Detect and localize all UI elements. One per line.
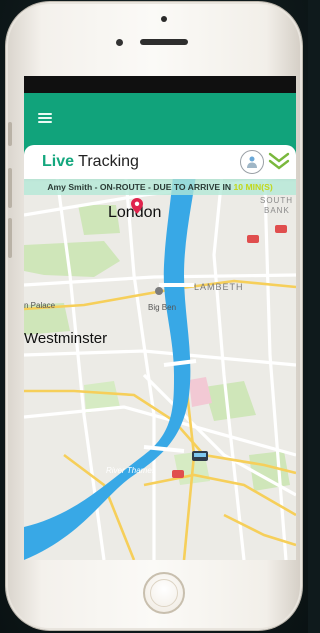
front-camera — [161, 16, 167, 22]
tracking-header: Live Tracking — [24, 145, 296, 179]
rider-glyph-icon — [247, 156, 257, 168]
earpiece-speaker — [140, 39, 188, 45]
map-label-south: SOUTH — [260, 196, 293, 205]
map-label-bank: BANK — [264, 206, 290, 215]
rider-icon[interactable] — [240, 150, 264, 174]
eta-text: Amy Smith - ON-ROUTE - DUE TO ARRIVE IN — [47, 182, 234, 192]
map-label-big-ben: Big Ben — [148, 303, 177, 312]
map-label-lambeth: LAMBETH — [194, 282, 244, 292]
eta-banner: Amy Smith - ON-ROUTE - DUE TO ARRIVE IN … — [24, 179, 296, 195]
proximity-sensor — [116, 39, 123, 46]
vehicle-marker-icon[interactable] — [192, 451, 208, 461]
double-chevron-down-icon[interactable] — [268, 151, 290, 171]
page-title: Live Tracking — [42, 153, 139, 170]
map-label-palace: n Palace — [24, 301, 56, 310]
home-button[interactable] — [143, 572, 185, 614]
eta-time: 10 MIN(S) — [233, 182, 273, 192]
location-pin-icon[interactable] — [131, 198, 143, 214]
status-bar — [24, 76, 296, 93]
volume-down-button — [8, 218, 12, 258]
map-label-river: River Thames — [106, 466, 156, 475]
app-screen: London Westminster LAMBETH Big Ben n Pal… — [24, 76, 296, 560]
mute-switch — [8, 122, 12, 146]
menu-icon[interactable] — [38, 113, 52, 123]
landmark-icon — [155, 287, 163, 295]
volume-up-button — [8, 168, 12, 208]
map-label-westminster: Westminster — [24, 330, 108, 347]
